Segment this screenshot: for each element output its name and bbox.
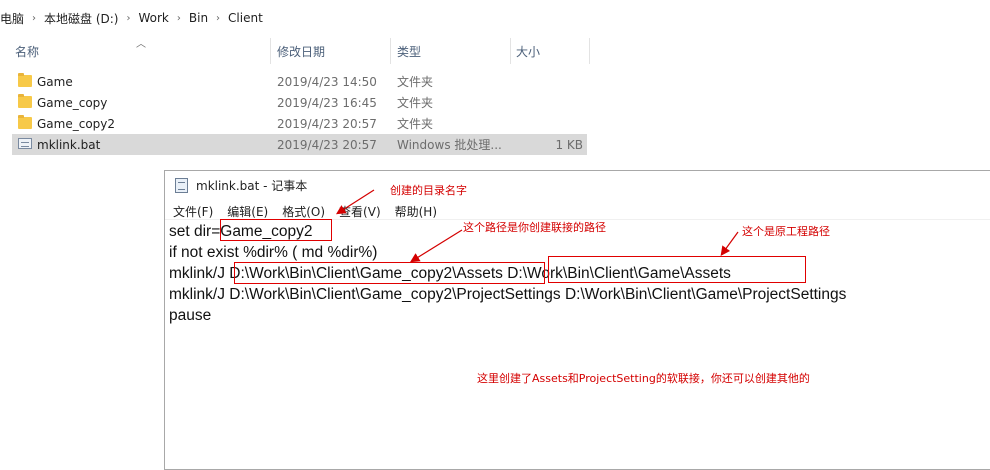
breadcrumb-item-computer[interactable]: 电脑 xyxy=(0,10,28,27)
column-header-date[interactable]: 修改日期 xyxy=(277,38,387,64)
highlight-box-source-path xyxy=(548,256,806,283)
notepad-titlebar[interactable]: mklink.bat - 记事本 xyxy=(175,177,307,194)
annotation-dir-name: 创建的目录名字 xyxy=(390,184,467,197)
breadcrumb-item-work[interactable]: Work xyxy=(134,11,172,25)
file-row[interactable]: Game_copy2 2019/4/23 20:57 文件夹 xyxy=(12,113,587,134)
notepad-window[interactable]: mklink.bat - 记事本 文件(F) 编辑(E) 格式(O) 查看(V)… xyxy=(164,170,990,470)
file-row[interactable]: Game_copy 2019/4/23 16:45 文件夹 xyxy=(12,92,587,113)
text-line: pause xyxy=(169,307,212,324)
column-header-name[interactable]: 名称 xyxy=(15,38,265,64)
file-type: 文件夹 xyxy=(397,96,434,110)
file-name: mklink.bat xyxy=(37,137,101,152)
chevron-right-icon[interactable]: › xyxy=(212,13,224,24)
file-name: Game xyxy=(37,74,73,89)
column-header-size[interactable]: 大小 xyxy=(516,38,586,64)
text-line: mklink/J D:\Work\Bin\Client\Game_copy2\P… xyxy=(169,286,847,303)
notepad-title: mklink.bat - 记事本 xyxy=(196,179,308,193)
file-date: 2019/4/23 14:50 xyxy=(277,74,377,89)
file-type: 文件夹 xyxy=(397,117,434,131)
notepad-menubar: 文件(F) 编辑(E) 格式(O) 查看(V) 帮助(H) xyxy=(173,203,451,220)
menu-edit[interactable]: 编辑(E) xyxy=(227,203,268,220)
file-type: 文件夹 xyxy=(397,75,434,89)
highlight-box-dir-name xyxy=(220,219,332,241)
file-size: 1 KB xyxy=(555,137,583,152)
breadcrumb-item-bin[interactable]: Bin xyxy=(185,11,212,25)
folder-icon xyxy=(18,115,32,129)
column-header-type[interactable]: 类型 xyxy=(397,38,507,64)
file-row[interactable]: Game 2019/4/23 14:50 文件夹 xyxy=(12,71,587,92)
menu-view[interactable]: 查看(V) xyxy=(339,203,381,220)
file-date: 2019/4/23 20:57 xyxy=(277,137,377,152)
file-type: Windows 批处理... xyxy=(397,138,502,152)
annotation-link-path: 这个路径是你创建联接的路径 xyxy=(463,221,606,234)
column-divider[interactable] xyxy=(270,38,271,64)
folder-icon xyxy=(18,73,32,87)
annotation-source-path: 这个是原工程路径 xyxy=(742,225,830,238)
column-divider[interactable] xyxy=(390,38,391,64)
menu-help[interactable]: 帮助(H) xyxy=(395,203,437,220)
notepad-icon xyxy=(175,178,188,193)
highlight-box-link-path xyxy=(234,262,545,284)
menu-file[interactable]: 文件(F) xyxy=(173,203,213,220)
file-row-selected[interactable]: mklink.bat 2019/4/23 20:57 Windows 批处理..… xyxy=(12,134,587,155)
breadcrumb: 电脑 › 本地磁盘 (D:) › Work › Bin › Client xyxy=(0,0,990,36)
file-name: Game_copy xyxy=(37,95,108,110)
column-divider[interactable] xyxy=(510,38,511,64)
batch-file-icon xyxy=(18,138,32,149)
folder-icon xyxy=(18,94,32,108)
chevron-right-icon[interactable]: › xyxy=(122,13,134,24)
chevron-right-icon[interactable]: › xyxy=(173,13,185,24)
annotation-summary: 这里创建了Assets和ProjectSetting的软联接，你还可以创建其他的 xyxy=(477,372,810,385)
column-divider[interactable] xyxy=(589,38,590,64)
file-date: 2019/4/23 16:45 xyxy=(277,95,377,110)
menu-format[interactable]: 格式(O) xyxy=(282,203,325,220)
breadcrumb-item-drive[interactable]: 本地磁盘 (D:) xyxy=(40,10,122,27)
file-name: Game_copy2 xyxy=(37,116,116,131)
chevron-right-icon[interactable]: › xyxy=(28,13,40,24)
file-date: 2019/4/23 20:57 xyxy=(277,116,377,131)
breadcrumb-item-client[interactable]: Client xyxy=(224,11,267,25)
